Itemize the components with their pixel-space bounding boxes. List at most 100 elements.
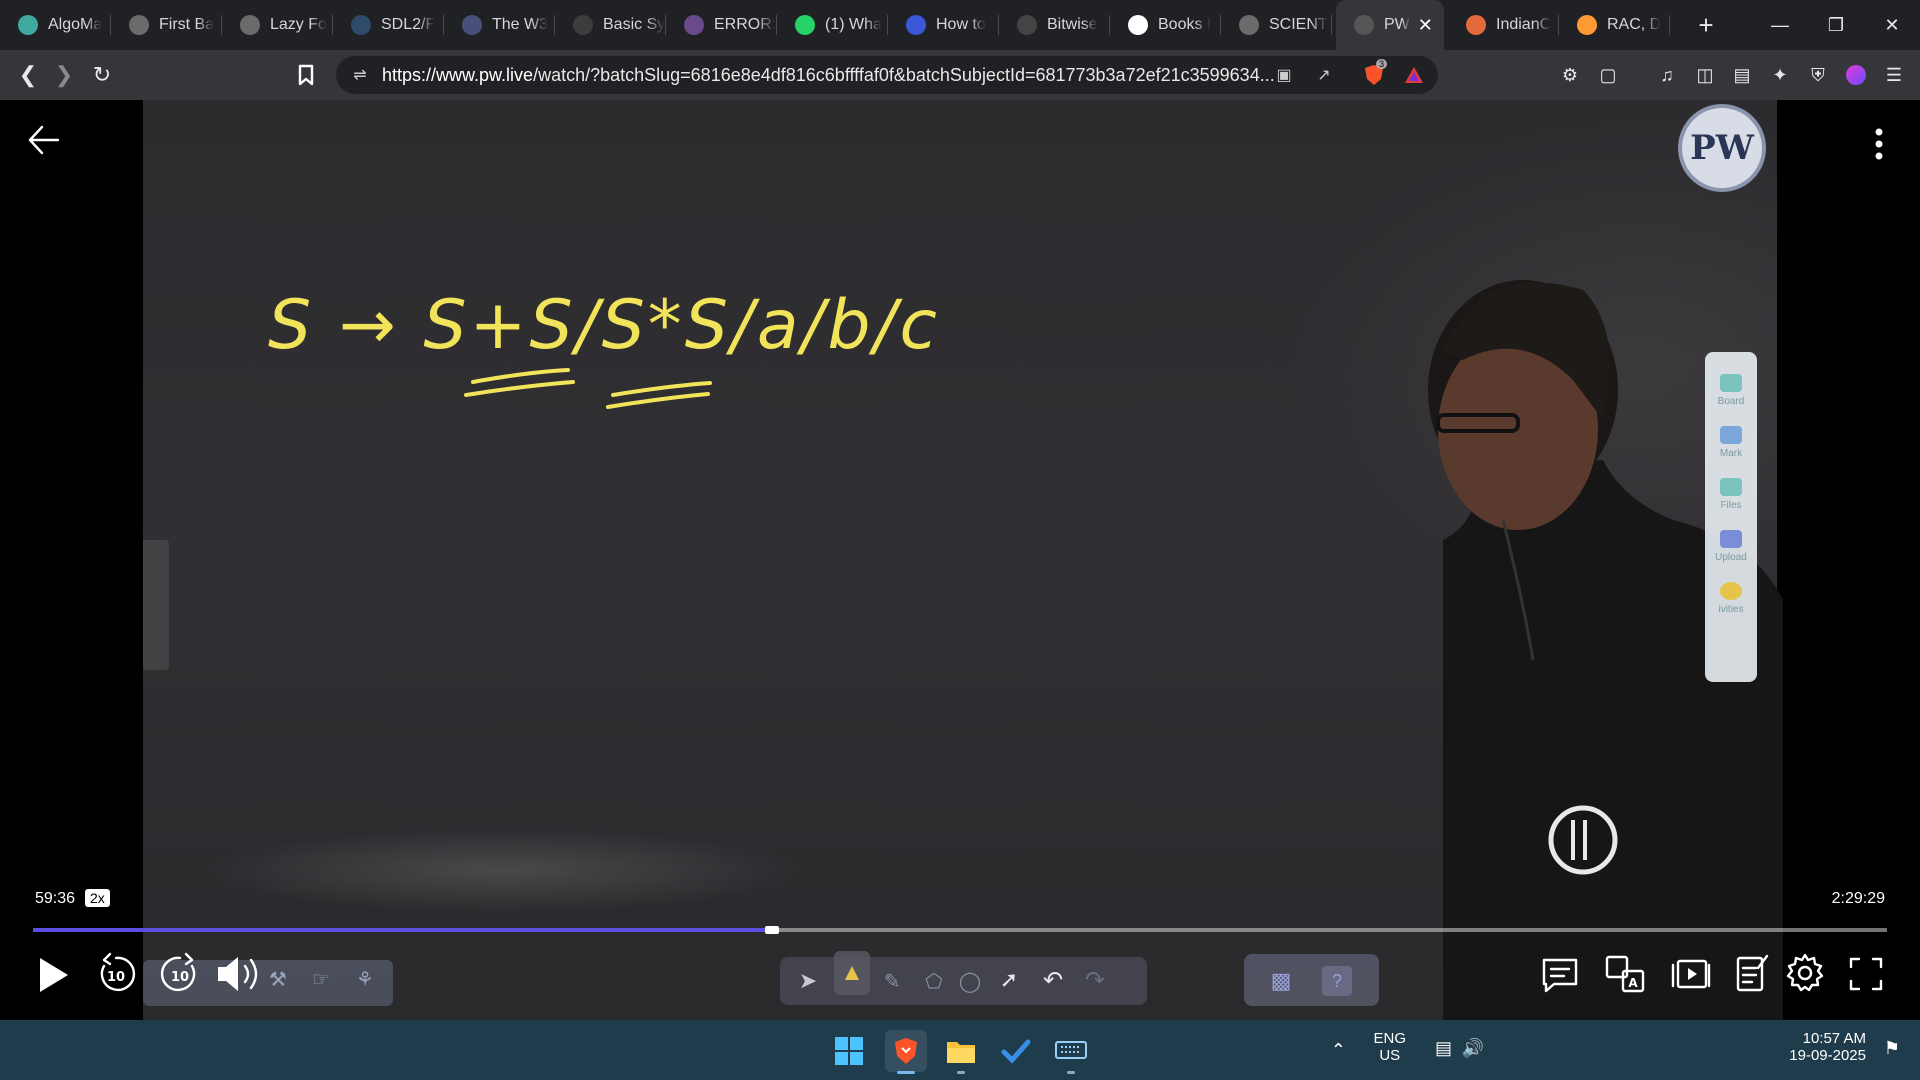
reload-icon[interactable]: ↻	[86, 59, 118, 91]
fullscreen-icon[interactable]	[1848, 956, 1884, 992]
network-icon[interactable]: ▤	[1435, 1038, 1452, 1059]
browser-tab[interactable]: Basic Sy	[555, 0, 666, 50]
progress-bar[interactable]	[33, 926, 1887, 934]
forward-icon[interactable]: ❯	[48, 59, 80, 91]
play-icon[interactable]	[34, 954, 72, 996]
page-search-icon[interactable]: ▢	[1596, 63, 1620, 87]
highlighter-icon[interactable]: ▲	[834, 951, 870, 995]
browser-tab[interactable]: ERROR:	[666, 0, 777, 50]
undo-icon[interactable]: ↶	[1038, 965, 1068, 995]
files-tool[interactable]: Files	[1705, 478, 1757, 511]
close-window-icon[interactable]: ✕	[1864, 0, 1920, 50]
browser-tab[interactable]: SCIENT	[1221, 0, 1332, 50]
new-tab-button[interactable]: +	[1688, 7, 1724, 43]
pointer-hand-icon[interactable]: ☞	[306, 966, 336, 992]
w3-icon	[462, 15, 482, 35]
sidebar-icon[interactable]: ◫	[1693, 63, 1717, 87]
url-text[interactable]: https://www.pw.live/watch/?batchSlug=681…	[382, 65, 1275, 86]
notification-bell-icon[interactable]: ⚑	[1884, 1038, 1900, 1059]
show-hidden-icons[interactable]: ⌃	[1331, 1040, 1346, 1061]
bookmark-icon[interactable]	[290, 59, 322, 91]
translate-icon[interactable]: A	[1604, 954, 1646, 994]
settings-icon[interactable]	[1784, 952, 1826, 994]
browser-tab[interactable]: AlgoMa	[0, 0, 111, 50]
draw-arrow-icon[interactable]: ➚	[994, 965, 1024, 995]
browser-tab[interactable]: Lazy Fo	[222, 0, 333, 50]
profile-icon[interactable]	[1844, 63, 1868, 87]
cast-icon[interactable]: ▣	[1272, 63, 1296, 87]
board-tool[interactable]: Board	[1705, 374, 1757, 407]
taskbar-brave[interactable]	[885, 1030, 927, 1074]
wallet-icon[interactable]: ▤	[1730, 63, 1754, 87]
current-time: 59:36	[35, 890, 76, 907]
browser-tab[interactable]: PW ✕	[1336, 0, 1444, 50]
share-icon[interactable]: ↗	[1312, 63, 1336, 87]
extensions-icon[interactable]: ⚙	[1558, 63, 1582, 87]
side-panel-handle[interactable]	[143, 540, 169, 670]
back-arrow-icon[interactable]	[24, 120, 64, 160]
leo-ai-icon[interactable]: ✦	[1768, 63, 1792, 87]
pen-tool-icon[interactable]: ✎	[878, 967, 906, 995]
clock[interactable]: 10:57 AM 19-09-2025	[1746, 1030, 1866, 1064]
taskbar-todo[interactable]	[995, 1030, 1037, 1072]
more-options-icon[interactable]	[1864, 124, 1894, 164]
playlist-icon[interactable]	[1670, 956, 1712, 994]
brave-shields-icon[interactable]: 3	[1362, 59, 1388, 87]
image-search-icon[interactable]: ⚘	[350, 966, 380, 992]
chat-icon[interactable]	[1540, 956, 1580, 994]
browser-tab[interactable]: Books I	[1110, 0, 1221, 50]
tools-icon[interactable]: ⚒	[265, 966, 291, 992]
browser-tab[interactable]: How to	[888, 0, 999, 50]
folder-icon	[1720, 478, 1742, 496]
taskbar-keyboard-app[interactable]	[1050, 1030, 1092, 1074]
shield-count-badge: 3	[1376, 59, 1388, 69]
progress-knob[interactable]	[764, 926, 779, 934]
volume-icon[interactable]	[214, 952, 264, 996]
close-tab-icon[interactable]: ✕	[1418, 15, 1433, 36]
folder-icon	[947, 1042, 975, 1063]
tab-title: RAC, D	[1607, 16, 1662, 33]
redo-icon[interactable]: ↷	[1080, 965, 1110, 995]
site-settings-icon[interactable]: ⇌	[348, 63, 372, 87]
question-icon[interactable]: ?	[1322, 966, 1352, 996]
taskbar-file-explorer[interactable]	[940, 1030, 982, 1074]
lasso-icon[interactable]: ◯	[956, 967, 984, 995]
browser-tab[interactable]: First Ba	[111, 0, 222, 50]
address-bar[interactable]: ⇌ https://www.pw.live/watch/?batchSlug=6…	[336, 56, 1438, 94]
restore-icon[interactable]: ❐	[1808, 0, 1864, 50]
language-indicator[interactable]: ENG US	[1373, 1030, 1406, 1064]
cursor-icon[interactable]: ➤	[794, 967, 822, 995]
error-icon	[684, 15, 704, 35]
upload-tool[interactable]: Upload	[1705, 530, 1757, 563]
poll-chart-icon[interactable]: ▩	[1266, 966, 1296, 996]
forward-10-icon[interactable]: 10	[158, 952, 202, 996]
media-icon[interactable]: ♫	[1655, 63, 1679, 87]
browser-tab[interactable]: RAC, D	[1559, 0, 1670, 50]
keyboard-icon	[1055, 1041, 1087, 1059]
side-toolbar: Board Mark Files Upload ivities	[1705, 352, 1757, 682]
activities-tool[interactable]: ivities	[1705, 582, 1757, 615]
video-player[interactable]: S → S+S/S*S/a/b/c PW Board Mark Files Up…	[0, 100, 1920, 1020]
speaker-icon[interactable]: 🔊	[1462, 1038, 1484, 1059]
speed-badge[interactable]: 2x	[85, 889, 110, 907]
menu-icon[interactable]: ☰	[1882, 63, 1906, 87]
tab-title: Books I	[1158, 16, 1212, 33]
howto-icon	[906, 15, 926, 35]
rewind-10-icon[interactable]: 10	[94, 952, 138, 996]
back-icon[interactable]: ❮	[12, 59, 44, 91]
browser-tab[interactable]: IndianC	[1448, 0, 1559, 50]
vpn-icon[interactable]: ⛨	[1806, 63, 1830, 87]
mark-tool[interactable]: Mark	[1705, 426, 1757, 459]
brave-rewards-icon[interactable]	[1402, 63, 1426, 87]
notes-icon[interactable]	[1734, 952, 1770, 994]
start-button[interactable]	[828, 1030, 870, 1072]
svg-text:A: A	[1628, 976, 1638, 990]
browser-tab[interactable]: Bitwise	[999, 0, 1110, 50]
video-frame[interactable]: S → S+S/S*S/a/b/c	[143, 100, 1783, 1020]
windows-taskbar: ⌃ ENG US ▤ 🔊 10:57 AM 19-09-2025 ⚑	[0, 1020, 1920, 1080]
browser-tab[interactable]: The W3	[444, 0, 555, 50]
shape-icon[interactable]: ⬠	[920, 967, 948, 995]
browser-tab[interactable]: SDL2/F	[333, 0, 444, 50]
browser-tab[interactable]: (1) Wha	[777, 0, 888, 50]
minimize-icon[interactable]: —	[1752, 0, 1808, 50]
